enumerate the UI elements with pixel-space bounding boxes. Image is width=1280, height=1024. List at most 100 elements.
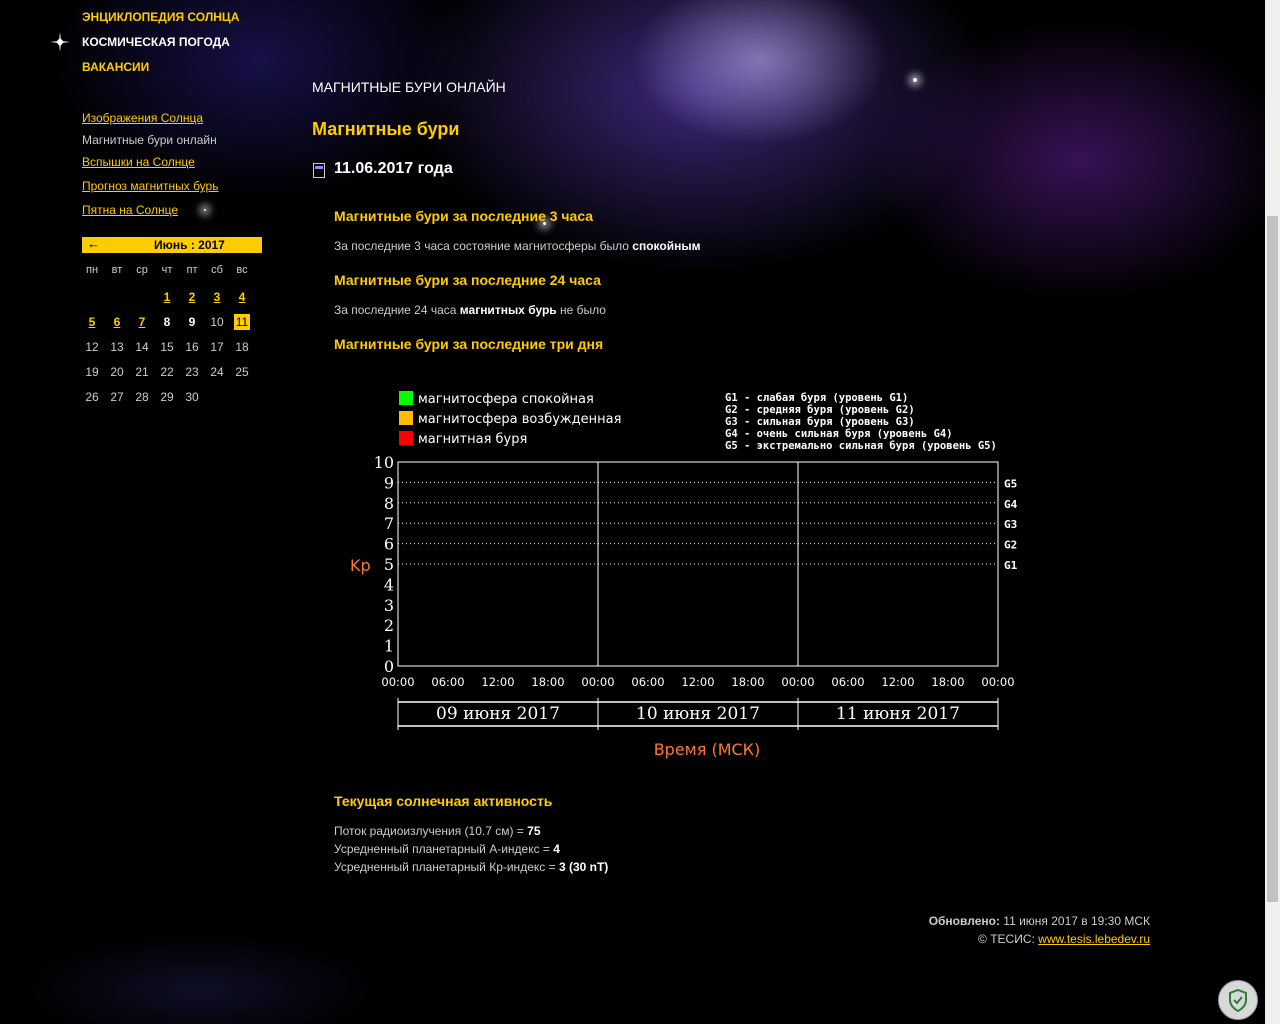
heading-last-3-days: Магнитные бури за последние три дня [334, 336, 604, 352]
x-tick-label: 12:00 [681, 675, 714, 689]
x-tick-label: 06:00 [631, 675, 664, 689]
calendar-day: 26 [85, 390, 99, 404]
star-decoration [204, 209, 206, 211]
y-tick-label: 4 [384, 575, 394, 594]
calendar-day[interactable]: 5 [84, 314, 100, 330]
subnav-sunspots[interactable]: Пятна на Солнце [82, 203, 178, 217]
value-last-24h: магнитных бурь [459, 303, 557, 317]
calendar-day: 20 [110, 365, 124, 379]
y-tick-label: 3 [384, 596, 394, 615]
x-tick-label: 18:00 [531, 675, 564, 689]
y-tick-label: 0 [384, 657, 394, 676]
y-tick-label: 2 [384, 616, 394, 635]
updated-line: Обновлено: 11 июня 2017 в 19:30 МСК [929, 914, 1150, 928]
page-title: Магнитные бури [312, 119, 460, 139]
copyright-line: © ТЕСИС: www.tesis.lebedev.ru [978, 932, 1150, 946]
text-last-3h: За последние 3 часа состояние магнитосфе… [334, 239, 700, 253]
topnav-vacancies[interactable]: Вакансии [82, 60, 149, 74]
calendar-day: 17 [210, 340, 224, 354]
calendar-day: 9 [188, 315, 196, 329]
kp-index-value: 3 (30 nT) [558, 860, 609, 874]
scrollbar-thumb[interactable] [1267, 216, 1278, 902]
calendar-day[interactable]: 1 [159, 289, 175, 305]
calendar-day: 16 [185, 340, 199, 354]
calendar-day: 8 [163, 315, 171, 329]
calendar-day: 23 [185, 365, 199, 379]
a-index-label: Усредненный планетарный А-индекс = [334, 842, 554, 856]
calendar-weekday: сб [211, 264, 223, 276]
legend-swatch [399, 391, 413, 405]
x-tick-label: 06:00 [431, 675, 464, 689]
legend-swatch [399, 431, 413, 445]
x-tick-label: 18:00 [731, 675, 764, 689]
calendar-day[interactable]: 2 [184, 289, 200, 305]
x-tick-label: 12:00 [881, 675, 914, 689]
topnav-sun-encyclopedia[interactable]: Энциклопедия Солнца [82, 10, 239, 24]
y-tick-label: 1 [384, 637, 394, 656]
calendar-day: 27 [110, 390, 124, 404]
calendar-weekday: вс [236, 264, 248, 276]
a-index-value: 4 [553, 842, 560, 856]
calendar-month-title: Июнь : 2017 [154, 238, 225, 252]
calendar-weekday: ср [136, 264, 148, 276]
calendar-day: 29 [160, 390, 174, 404]
x-tick-label: 12:00 [481, 675, 514, 689]
calendar-prev-arrow-icon[interactable]: ← [87, 236, 100, 251]
kp-index-chart: магнитосфера спокойная магнитосфера возбу… [350, 391, 1018, 759]
calendar-day[interactable]: 7 [134, 314, 150, 330]
y-axis-label: Kp [350, 556, 371, 575]
radio-flux-label: Поток радиоизлучения (10.7 см) = [334, 824, 528, 838]
y-tick-label: 6 [384, 535, 394, 554]
calendar-day[interactable]: 3 [209, 289, 225, 305]
storm-level-label: G3 - сильная буря (уровень G3) [725, 416, 915, 428]
vertical-scrollbar[interactable] [1265, 0, 1280, 1024]
calendar-day: 14 [135, 340, 149, 354]
calendar-weekday: вт [111, 264, 123, 276]
subnav-sun-images[interactable]: Изображения Солнца [82, 111, 203, 125]
x-axis-label: Время (МСК) [654, 740, 761, 759]
calendar-day[interactable]: 11 [234, 314, 250, 330]
calendar-day: 18 [235, 340, 249, 354]
security-extension-button[interactable] [1218, 980, 1258, 1020]
day-label: 09 июня 2017 [436, 704, 560, 724]
sun-star-icon [50, 32, 70, 52]
calendar-day: 15 [160, 340, 174, 354]
x-tick-label: 00:00 [981, 675, 1014, 689]
calendar-day: 30 [185, 390, 199, 404]
calendar-day: 28 [135, 390, 149, 404]
document-icon[interactable] [313, 163, 325, 178]
text-last-24h-prefix: За последние 24 часа [334, 303, 460, 317]
storm-threshold-label: G3 [1004, 518, 1017, 531]
storm-level-label: G5 - экстремально сильная буря (уровень … [725, 440, 997, 452]
legend-label: магнитная буря [418, 432, 527, 447]
subnav-storm-forecast[interactable]: Прогноз магнитных бурь [82, 179, 218, 193]
calendar-day[interactable]: 6 [109, 314, 125, 330]
heading-last-3h: Магнитные бури за последние 3 часа [334, 208, 594, 224]
heading-last-24h: Магнитные бури за последние 24 часа [334, 272, 601, 288]
copyright-text: © ТЕСИС: [978, 932, 1039, 946]
calendar-day: 25 [235, 365, 249, 379]
y-tick-label: 8 [384, 494, 394, 513]
day-label: 10 июня 2017 [636, 704, 760, 724]
calendar-weekday: пт [186, 264, 198, 276]
y-tick-label: 7 [384, 514, 394, 533]
x-tick-label: 00:00 [581, 675, 614, 689]
kp-index-label: Усредненный планетарный Кр-индекс = [334, 860, 559, 874]
section-title: Магнитные бури онлайн [312, 79, 506, 95]
storm-level-label: G2 - средняя буря (уровень G2) [725, 404, 915, 416]
subnav-solar-flares[interactable]: Вспышки на Солнце [82, 155, 195, 169]
calendar-day: 24 [210, 365, 224, 379]
calendar-day: 13 [110, 340, 124, 354]
tesis-link[interactable]: www.tesis.lebedev.ru [1038, 932, 1150, 946]
a-index-line: Усредненный планетарный А-индекс = 4 [334, 842, 560, 856]
radio-flux-value: 75 [527, 824, 541, 838]
topnav-space-weather[interactable]: Космическая погода [82, 35, 230, 49]
calendar-day[interactable]: 4 [234, 289, 250, 305]
kp-index-line: Усредненный планетарный Кр-индекс = 3 (3… [334, 860, 608, 874]
star-decoration [913, 78, 917, 82]
y-tick-label: 5 [384, 555, 394, 574]
y-tick-label: 9 [384, 473, 394, 492]
text-last-24h: За последние 24 часа магнитных бурь не б… [334, 303, 606, 317]
text-last-3h-prefix: За последние 3 часа состояние магнитосфе… [334, 239, 633, 253]
heading-solar-activity: Текущая солнечная активность [334, 793, 553, 809]
